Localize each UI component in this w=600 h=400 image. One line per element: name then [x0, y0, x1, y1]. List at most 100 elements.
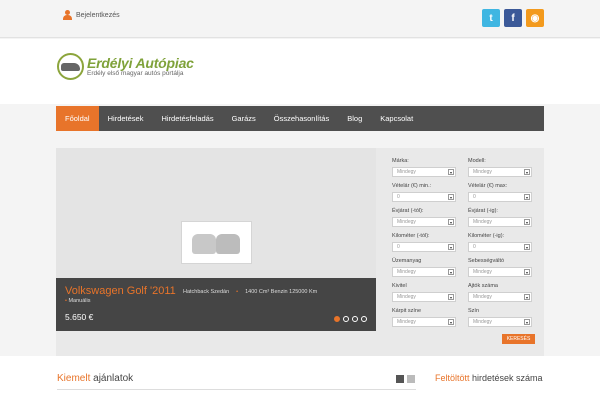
slide-title[interactable]: Volkswagen Golf '2011: [65, 285, 176, 297]
price-max-input[interactable]: 0 ▾: [468, 192, 532, 202]
body-select[interactable]: Mindegy ▾: [392, 292, 456, 302]
site-header: Erdélyi Autópiac Erdély első magyar autó…: [0, 39, 600, 104]
chevron-down-icon: ▾: [448, 169, 454, 175]
car-icon: [216, 234, 240, 254]
field-label: Kilométer (-ig):: [468, 233, 505, 239]
doors-select[interactable]: Mindegy ▾: [468, 292, 532, 302]
uploaded-heading-highlight: Feltöltött: [435, 373, 470, 383]
gearbox-select[interactable]: Mindegy ▾: [468, 267, 532, 277]
nav-item-hirdetesek[interactable]: Hirdetések: [99, 106, 153, 131]
field-doors: Ajtók száma Mindegy ▾: [468, 283, 532, 302]
nav-item-blog[interactable]: Blog: [338, 106, 371, 131]
field-year-to: Évjárat (-ig): Mindegy ▾: [468, 208, 532, 227]
field-fuel: Üzemanyag Mindegy ▾: [392, 258, 456, 277]
search-form: Márka: Mindegy ▾ Modell: Mindegy ▾ Vételár (…: [392, 148, 544, 356]
login-label: Bejelentkezés: [76, 11, 120, 19]
fuel-select[interactable]: Mindegy ▾: [392, 267, 456, 277]
bullet-icon: •: [236, 289, 239, 295]
nav-item-garazs[interactable]: Garázs: [223, 106, 265, 131]
site-logo[interactable]: Erdélyi Autópiac Erdély első magyar autó…: [57, 53, 194, 80]
field-label: Kilométer (-tól):: [392, 233, 430, 239]
slider-dot[interactable]: [343, 316, 349, 322]
twitter-icon[interactable]: t: [482, 9, 500, 27]
field-upholstery: Kárpit színe Mindegy ▾: [392, 308, 456, 327]
nav-item-osszehasonlitas[interactable]: Összehasonlítás: [265, 106, 338, 131]
chevron-down-icon: ▾: [448, 269, 454, 275]
facebook-icon[interactable]: f: [504, 9, 522, 27]
field-year-from: Évjárat (-tól): Mindegy ▾: [392, 208, 456, 227]
field-label: Sebességváltó: [468, 258, 505, 264]
nav-item-fooldal[interactable]: Főoldal: [56, 106, 99, 131]
slide-caption[interactable]: Volkswagen Golf '2011 Hatchback Szedán •…: [56, 278, 376, 331]
field-label: Évjárat (-tól):: [392, 208, 424, 214]
field-label: Ajtók száma: [468, 283, 498, 289]
field-km-to: Kilométer (-ig): 0 ▾: [468, 233, 532, 252]
field-gearbox: Sebességváltó Mindegy ▾: [468, 258, 532, 277]
chevron-down-icon: ▾: [524, 294, 530, 300]
featured-heading-highlight: Kiemelt: [57, 373, 91, 384]
bullet-icon: •: [65, 298, 67, 304]
field-label: Modell:: [468, 158, 486, 164]
chevron-down-icon: ▾: [524, 219, 530, 225]
featured-slider[interactable]: Volkswagen Golf '2011 Hatchback Szedán •…: [56, 148, 376, 331]
chevron-down-icon: ▾: [448, 319, 454, 325]
field-label: Szín: [468, 308, 480, 314]
field-label: Vételár (€) max:: [468, 183, 508, 189]
field-label: Kivitel: [392, 283, 407, 289]
field-color: Szín Mindegy ▾: [468, 308, 532, 327]
car-icon: [192, 234, 216, 254]
field-label: Márka:: [392, 158, 409, 164]
user-icon: [63, 10, 72, 20]
chevron-down-icon: ▾: [524, 169, 530, 175]
chevron-down-icon: ▾: [448, 244, 454, 250]
field-body: Kivitel Mindegy ▾: [392, 283, 456, 302]
price-min-input[interactable]: 0 ▾: [392, 192, 456, 202]
grid-view-icon[interactable]: [396, 375, 404, 383]
uploaded-heading-rest: hirdetések száma: [472, 373, 543, 383]
field-price-max: Vételár (€) max: 0 ▾: [468, 183, 532, 202]
km-from-input[interactable]: 0 ▾: [392, 242, 456, 252]
upholstery-select[interactable]: Mindegy ▾: [392, 317, 456, 327]
chevron-down-icon: ▾: [448, 294, 454, 300]
field-label: Kárpit színe: [392, 308, 422, 314]
nav-item-kapcsolat[interactable]: Kapcsolat: [371, 106, 422, 131]
field-label: Vételár (€) min.:: [392, 183, 432, 189]
year-from-select[interactable]: Mindegy ▾: [392, 217, 456, 227]
top-bar: Bejelentkezés t f ◉: [0, 0, 600, 38]
slider-dot[interactable]: [352, 316, 358, 322]
color-select[interactable]: Mindegy ▾: [468, 317, 532, 327]
featured-heading-rest: ajánlatok: [93, 373, 134, 384]
uploaded-heading: Feltöltött hirdetések száma: [435, 373, 543, 383]
view-toggle: [396, 375, 415, 383]
field-label: Üzemanyag: [392, 258, 422, 264]
chevron-down-icon: ▾: [524, 244, 530, 250]
km-to-input[interactable]: 0 ▾: [468, 242, 532, 252]
featured-heading: Kiemelt ajánlatok: [57, 373, 133, 384]
car-logo-icon: [57, 53, 84, 80]
slider-dot[interactable]: [334, 316, 340, 322]
field-modell: Modell: Mindegy ▾: [468, 158, 532, 177]
hero-section: Volkswagen Golf '2011 Hatchback Szedán •…: [56, 148, 544, 356]
rss-icon[interactable]: ◉: [526, 9, 544, 27]
field-price-min: Vételár (€) min.: 0 ▾: [392, 183, 456, 202]
year-to-select[interactable]: Mindegy ▾: [468, 217, 532, 227]
logo-subtitle: Erdély első magyar autós portálja: [87, 69, 184, 77]
car-placeholder-image: [181, 221, 252, 264]
chevron-down-icon: ▾: [448, 194, 454, 200]
chevron-down-icon: ▾: [524, 194, 530, 200]
search-button[interactable]: KERESÉS: [502, 334, 535, 344]
slide-body-type: Hatchback Szedán: [183, 289, 230, 295]
logo-title: Erdélyi Autópiac: [87, 54, 194, 71]
slide-gearbox-label: Manuális: [68, 298, 91, 304]
divider: [57, 389, 416, 390]
main-nav: Főoldal Hirdetések Hirdetésfeladás Garáz…: [56, 106, 544, 131]
nav-item-hirdetesfeladas[interactable]: Hirdetésfeladás: [152, 106, 222, 131]
content-section: Kiemelt ajánlatok Feltöltött hirdetések …: [0, 356, 600, 400]
login-link[interactable]: Bejelentkezés: [63, 10, 120, 20]
slider-dot[interactable]: [361, 316, 367, 322]
list-view-icon[interactable]: [407, 375, 415, 383]
chevron-down-icon: ▾: [524, 269, 530, 275]
marka-select[interactable]: Mindegy ▾: [392, 167, 456, 177]
slide-meta: Hatchback Szedán • 1400 Cm³ Benzin 12500…: [183, 289, 317, 295]
modell-select[interactable]: Mindegy ▾: [468, 167, 532, 177]
